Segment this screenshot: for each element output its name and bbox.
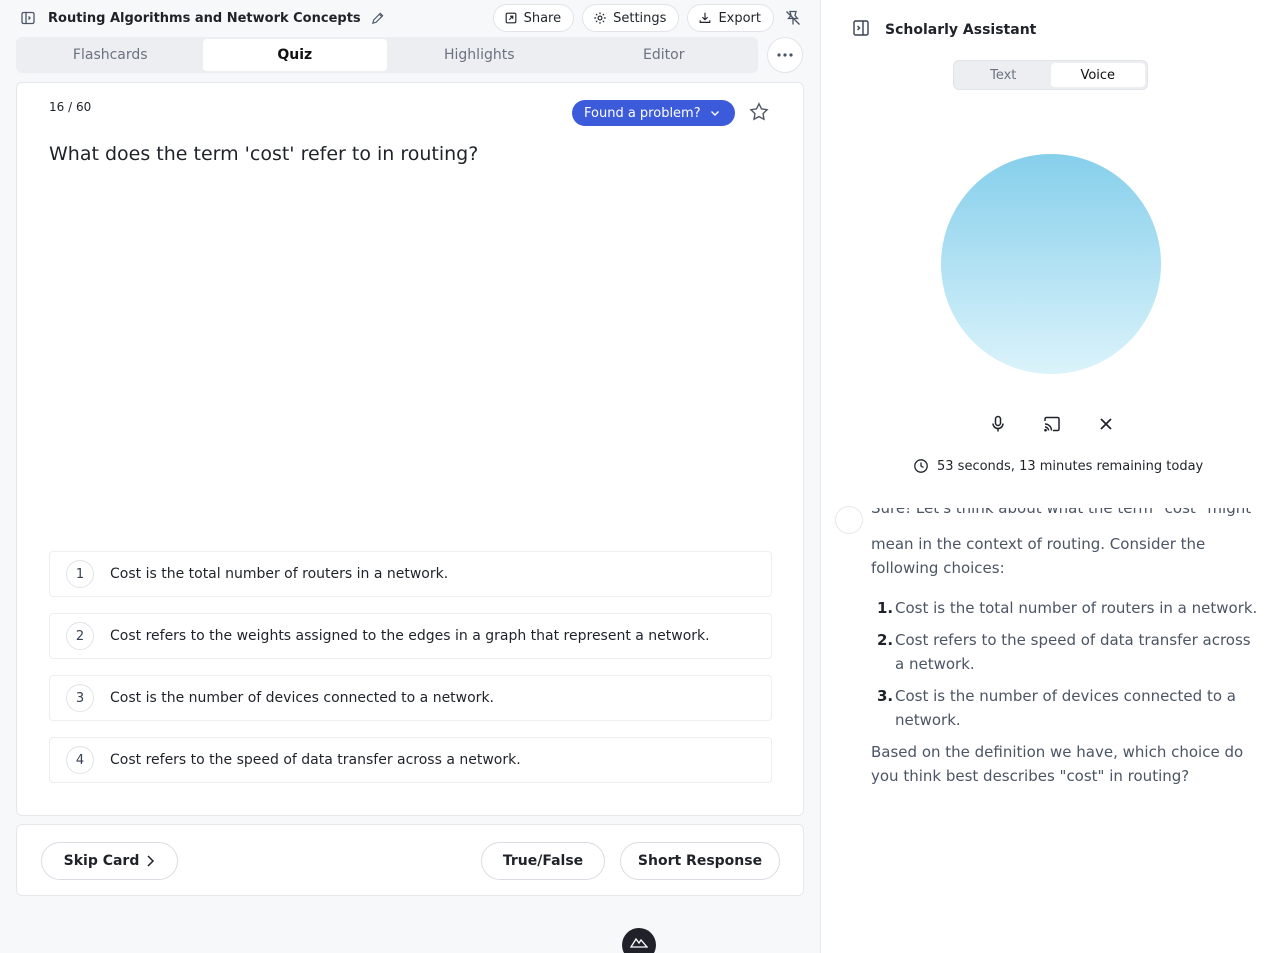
assistant-mode-toggle: Text Voice: [953, 60, 1148, 90]
answer-choice-1[interactable]: 1 Cost is the total number of routers in…: [49, 551, 772, 597]
message-closing: Based on the definition we have, which c…: [871, 743, 1244, 785]
deck-title: Routing Algorithms and Network Concepts: [48, 10, 361, 26]
tab-flashcards[interactable]: Flashcards: [18, 39, 203, 71]
question-text: What does the term 'cost' refer to in ro…: [49, 143, 479, 165]
main-pane: Routing Algorithms and Network Concepts …: [0, 0, 820, 953]
message-clipped-line: Sure! Let's think about what the term "c…: [871, 508, 1252, 517]
answer-choices: 1 Cost is the total number of routers in…: [49, 551, 772, 799]
choice-number: 2: [66, 622, 94, 650]
answer-choice-2[interactable]: 2 Cost refers to the weights assigned to…: [49, 613, 772, 659]
share-label: Share: [523, 10, 562, 26]
export-button[interactable]: Export: [687, 4, 774, 32]
assistant-panel: Scholarly Assistant Text Voice 53 second…: [820, 0, 1278, 953]
ellipsis-icon: [777, 53, 793, 57]
timer-text: 53 seconds, 13 minutes remaining today: [937, 458, 1204, 474]
message-intro: mean in the context of routing. Consider…: [871, 535, 1206, 577]
list-item: 1. Cost is the total number of routers in…: [877, 599, 1258, 617]
header-bar: Routing Algorithms and Network Concepts …: [16, 4, 804, 32]
mountain-logo-icon: [630, 937, 648, 948]
list-item: 3. Cost is the number of devices connecte…: [877, 687, 1236, 729]
chevron-right-icon: [147, 855, 155, 867]
mode-voice-option[interactable]: Voice: [1050, 63, 1145, 87]
chevron-down-icon: [710, 111, 719, 116]
choice-text: Cost is the total number of routers in a…: [110, 566, 449, 582]
share-icon: [505, 12, 516, 24]
mode-text-option[interactable]: Text: [956, 63, 1051, 87]
list-item: 2. Cost refers to the speed of data trans…: [877, 631, 1251, 673]
message-choice-list: 1. Cost is the total number of routers in…: [871, 596, 1261, 732]
answer-choice-4[interactable]: 4 Cost refers to the speed of data trans…: [49, 737, 772, 783]
tab-highlights[interactable]: Highlights: [387, 39, 572, 71]
choice-text: Cost refers to the speed of data transfe…: [110, 752, 521, 768]
gear-icon: [594, 12, 606, 24]
unpin-icon[interactable]: [782, 7, 804, 29]
skip-card-button[interactable]: Skip Card: [41, 842, 178, 880]
assistant-header: Scholarly Assistant: [851, 18, 1036, 42]
share-button[interactable]: Share: [492, 4, 575, 32]
assistant-avatar: [835, 506, 863, 534]
choice-number: 1: [66, 560, 94, 588]
collapse-panel-icon[interactable]: [851, 18, 871, 42]
choice-number: 4: [66, 746, 94, 774]
report-problem-button[interactable]: Found a problem?: [572, 100, 735, 126]
short-response-button[interactable]: Short Response: [620, 842, 780, 880]
voice-controls: [986, 412, 1118, 436]
mode-tabs: Flashcards Quiz Highlights Editor: [16, 37, 758, 73]
assistant-title: Scholarly Assistant: [885, 22, 1037, 38]
star-icon[interactable]: [748, 101, 770, 123]
download-icon: [700, 12, 711, 23]
report-problem-label: Found a problem?: [584, 105, 701, 121]
card-counter: 16 / 60: [49, 100, 92, 114]
quiz-card: 16 / 60 Found a problem? What does the t…: [16, 82, 804, 816]
choice-text: Cost is the number of devices connected …: [110, 690, 494, 706]
skip-card-label: Skip Card: [63, 853, 140, 869]
app-logo-button[interactable]: [622, 928, 656, 953]
card-actions-bar: Skip Card True/False Short Response: [16, 824, 804, 896]
voice-orb: [941, 154, 1161, 374]
answer-choice-3[interactable]: 3 Cost is the number of devices connecte…: [49, 675, 772, 721]
settings-button[interactable]: Settings: [582, 4, 680, 32]
tab-editor[interactable]: Editor: [572, 39, 757, 71]
clock-icon: [914, 459, 928, 473]
settings-label: Settings: [613, 10, 667, 26]
sidebar-toggle-icon[interactable]: [16, 6, 40, 30]
microphone-icon[interactable]: [986, 412, 1010, 436]
export-label: Export: [718, 10, 761, 26]
assistant-message: Sure! Let's think about what the term "c…: [871, 508, 1261, 788]
choice-number: 3: [66, 684, 94, 712]
tab-quiz[interactable]: Quiz: [202, 39, 387, 71]
voice-time-remaining: 53 seconds, 13 minutes remaining today: [913, 458, 1203, 474]
cast-icon[interactable]: [1040, 412, 1064, 436]
edit-title-icon[interactable]: [369, 9, 387, 27]
close-icon[interactable]: [1094, 412, 1118, 436]
choice-text: Cost refers to the weights assigned to t…: [110, 628, 710, 644]
true-false-button[interactable]: True/False: [481, 842, 605, 880]
more-options-button[interactable]: [767, 37, 803, 73]
